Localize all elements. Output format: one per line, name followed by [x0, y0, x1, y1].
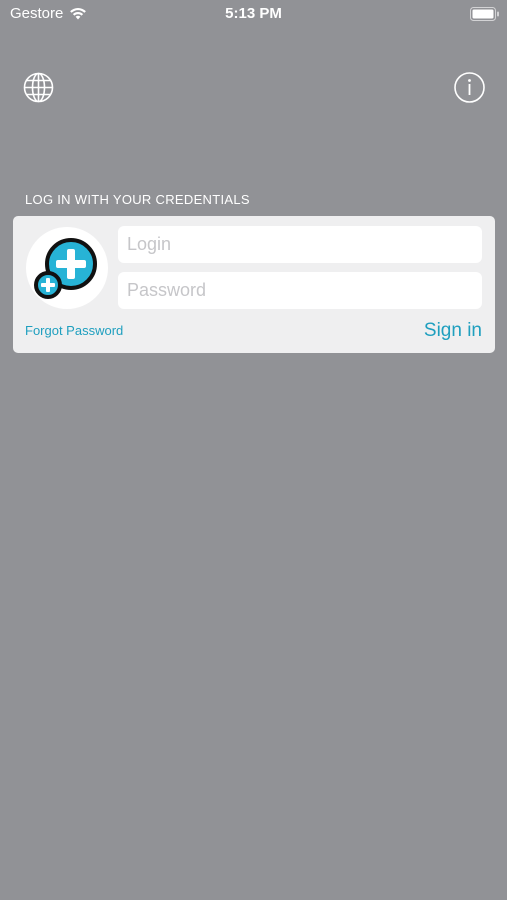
app-logo-icon: [34, 238, 97, 299]
password-input[interactable]: [118, 272, 482, 309]
battery-icon: [470, 7, 499, 21]
status-time: 5:13 PM: [225, 5, 282, 22]
forgot-password-link[interactable]: Forgot Password: [25, 323, 123, 338]
login-card: Forgot Password Sign in: [13, 216, 495, 353]
info-icon[interactable]: [453, 71, 486, 104]
app-logo: [26, 227, 108, 309]
status-bar: Gestore 5:13 PM: [0, 0, 507, 30]
login-input[interactable]: [118, 226, 482, 263]
section-header: LOG IN WITH YOUR CREDENTIALS: [25, 192, 250, 207]
globe-icon[interactable]: [22, 71, 55, 104]
sign-in-button[interactable]: Sign in: [424, 320, 482, 342]
